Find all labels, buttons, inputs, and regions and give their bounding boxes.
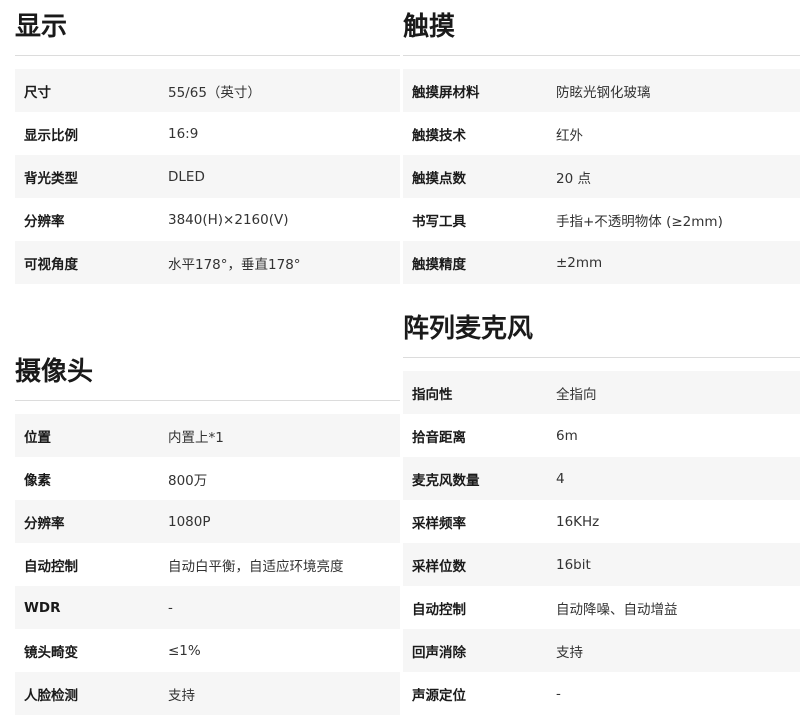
row-label: 声源定位	[412, 687, 466, 704]
table-row: 触摸屏材料 防眩光钢化玻璃	[403, 69, 800, 112]
row-label: 指向性	[403, 371, 556, 414]
row-label: 触摸点数	[403, 155, 556, 198]
table-row: 分辨率 1080P	[15, 500, 400, 543]
section-divider	[403, 357, 800, 358]
row-label: 采样频率	[412, 515, 466, 532]
section-camera: 摄像头 位置 内置上*1 像素 800万 分辨率 1080P 自动控制 自动白平衡，自适…	[15, 355, 400, 715]
section-title-camera: 摄像头	[15, 357, 94, 387]
spec-table-camera: 位置 内置上*1 像素 800万 分辨率 1080P 自动控制 自动白平衡，自适应环境亮…	[15, 414, 400, 715]
row-value: 20 点	[556, 155, 800, 198]
row-label: 分辨率	[15, 500, 168, 543]
row-label: 像素	[24, 472, 51, 489]
row-label: 位置	[15, 414, 168, 457]
row-label: WDR	[15, 586, 168, 629]
table-row: 像素 800万	[15, 457, 400, 500]
spec-table-display: 尺寸 55/65（英寸） 显示比例 16:9 背光类型 DLED 分辨率 3840(H)…	[15, 69, 400, 284]
table-row: 拾音距离 6m	[403, 414, 800, 457]
row-label: 自动控制	[412, 601, 466, 618]
row-label: 背光类型	[15, 155, 168, 198]
table-row: 采样频率 16KHz	[403, 500, 800, 543]
row-label: 麦克风数量	[403, 457, 556, 500]
row-label: 可视角度	[15, 241, 168, 284]
table-row: 触摸点数 20 点	[403, 155, 800, 198]
row-value: 16:9	[168, 125, 199, 142]
row-value: 支持	[168, 672, 400, 715]
row-label: 采样位数	[403, 543, 556, 586]
row-value: 自动降噪、自动增益	[556, 601, 678, 618]
row-label: 触摸屏材料	[403, 69, 556, 112]
section-title-mic: 阵列麦克风	[403, 314, 534, 344]
spec-table-mic: 指向性 全指向 拾音距离 6m 麦克风数量 4 采样频率 16KHz 采样位数 16bit…	[403, 371, 800, 715]
row-label: 人脸检测	[15, 672, 168, 715]
row-value: 手指+不透明物体 (≥2mm)	[556, 213, 723, 230]
section-mic: 阵列麦克风 指向性 全指向 拾音距离 6m 麦克风数量 4 采样频率 16KHz 采样位…	[403, 312, 800, 715]
row-label: 尺寸	[15, 69, 168, 112]
row-value: 支持	[556, 629, 800, 672]
row-value: 4	[556, 457, 800, 500]
table-row: 尺寸 55/65（英寸）	[15, 69, 400, 112]
table-row: 声源定位 -	[403, 672, 800, 715]
row-label: 书写工具	[412, 213, 466, 230]
section-divider	[403, 55, 800, 56]
row-value: 800万	[168, 472, 208, 489]
row-value: 3840(H)×2160(V)	[168, 211, 289, 228]
row-value: 红外	[556, 127, 583, 144]
table-row: 触摸精度 ±2mm	[403, 241, 800, 284]
row-value: 6m	[556, 427, 578, 444]
row-value: 内置上*1	[168, 414, 400, 457]
table-row: 指向性 全指向	[403, 371, 800, 414]
row-label: 显示比例	[24, 127, 78, 144]
row-value: ≤1%	[168, 642, 201, 659]
row-label: 回声消除	[403, 629, 556, 672]
table-row: 自动控制 自动降噪、自动增益	[403, 586, 800, 629]
section-title-touch: 触摸	[403, 12, 456, 42]
row-label: 触摸技术	[412, 127, 466, 144]
table-row: 采样位数 16bit	[403, 543, 800, 586]
spec-table-touch: 触摸屏材料 防眩光钢化玻璃 触摸技术 红外 触摸点数 20 点 书写工具 手指+不透明物…	[403, 69, 800, 284]
section-display: 显示 尺寸 55/65（英寸） 显示比例 16:9 背光类型 DLED 分辨率 3840…	[15, 10, 400, 284]
table-row: 回声消除 支持	[403, 629, 800, 672]
table-row: 镜头畸变 ≤1%	[15, 629, 400, 672]
row-value: 全指向	[556, 371, 800, 414]
table-row: 背光类型 DLED	[15, 155, 400, 198]
section-touch: 触摸 触摸屏材料 防眩光钢化玻璃 触摸技术 红外 触摸点数 20 点 书写工具 手指+不…	[403, 10, 800, 284]
row-value: 55/65（英寸）	[168, 69, 400, 112]
table-row: 显示比例 16:9	[15, 112, 400, 155]
table-row: 位置 内置上*1	[15, 414, 400, 457]
table-row: 人脸检测 支持	[15, 672, 400, 715]
row-label: 触摸精度	[403, 241, 556, 284]
row-value: 自动白平衡，自适应环境亮度	[168, 558, 344, 575]
section-divider	[15, 400, 400, 401]
row-value: ±2mm	[556, 241, 800, 284]
section-divider	[15, 55, 400, 56]
row-value: 水平178°，垂直178°	[168, 241, 400, 284]
row-value: -	[168, 586, 400, 629]
table-row: WDR -	[15, 586, 400, 629]
table-row: 书写工具 手指+不透明物体 (≥2mm)	[403, 198, 800, 241]
row-value: 防眩光钢化玻璃	[556, 69, 800, 112]
table-row: 自动控制 自动白平衡，自适应环境亮度	[15, 543, 400, 586]
table-row: 触摸技术 红外	[403, 112, 800, 155]
table-row: 分辨率 3840(H)×2160(V)	[15, 198, 400, 241]
row-value: -	[556, 685, 561, 702]
row-label: 拾音距离	[412, 429, 466, 446]
row-value: DLED	[168, 155, 400, 198]
row-value: 1080P	[168, 500, 400, 543]
table-row: 麦克风数量 4	[403, 457, 800, 500]
row-label: 分辨率	[24, 213, 65, 230]
row-label: 镜头畸变	[24, 644, 78, 661]
section-title-display: 显示	[15, 12, 68, 42]
row-value: 16KHz	[556, 513, 600, 530]
row-label: 自动控制	[24, 558, 78, 575]
row-value: 16bit	[556, 543, 800, 586]
table-row: 可视角度 水平178°，垂直178°	[15, 241, 400, 284]
